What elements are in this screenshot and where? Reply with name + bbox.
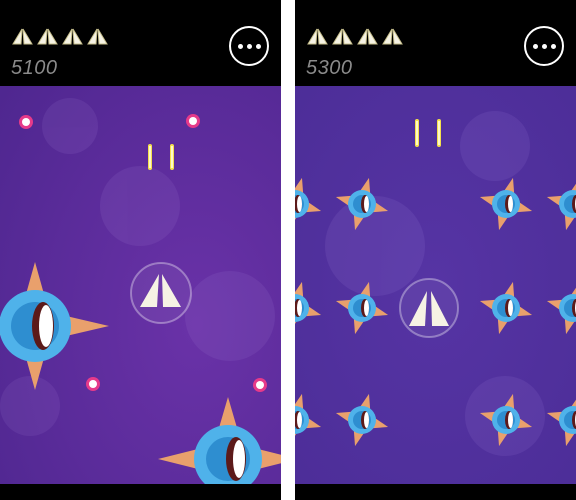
- life-ship-icon: [307, 28, 328, 45]
- player-ship: [130, 262, 192, 324]
- menu-dot: [237, 43, 243, 49]
- more-menu-button[interactable]: [524, 26, 564, 66]
- bottom-bar: [0, 484, 281, 500]
- menu-dot: [541, 43, 547, 49]
- menu-dot: [532, 43, 538, 49]
- life-ship-icon: [332, 28, 353, 45]
- menu-dot: [255, 43, 261, 49]
- game-header: 5300: [295, 0, 576, 86]
- score-display: 5300: [306, 57, 353, 79]
- life-ship-icon: [37, 28, 58, 45]
- menu-dot: [550, 43, 556, 49]
- life-ship-icon: [12, 28, 33, 45]
- life-ship-icon: [87, 28, 108, 45]
- orb: [186, 114, 200, 128]
- more-menu-button[interactable]: [229, 26, 269, 66]
- orb: [86, 377, 100, 391]
- lives-indicator: [12, 28, 108, 46]
- play-field-canvas: [295, 86, 576, 484]
- life-ship-icon: [382, 28, 403, 45]
- menu-dot: [246, 43, 252, 49]
- player-ship: [399, 278, 459, 338]
- life-ship-icon: [357, 28, 378, 45]
- life-ship-icon: [62, 28, 83, 45]
- play-field-canvas: [0, 86, 281, 484]
- bottom-bar: [295, 484, 576, 500]
- game-header: 5100: [0, 0, 281, 86]
- orb: [19, 115, 33, 129]
- panel-divider: [281, 0, 295, 500]
- orb: [253, 378, 267, 392]
- play-field[interactable]: [295, 86, 576, 484]
- score-display: 5100: [11, 57, 58, 79]
- game-screen-right: 5300: [295, 0, 576, 500]
- lives-indicator: [307, 28, 403, 46]
- game-screen-left: 5100: [0, 0, 281, 500]
- play-field[interactable]: [0, 86, 281, 484]
